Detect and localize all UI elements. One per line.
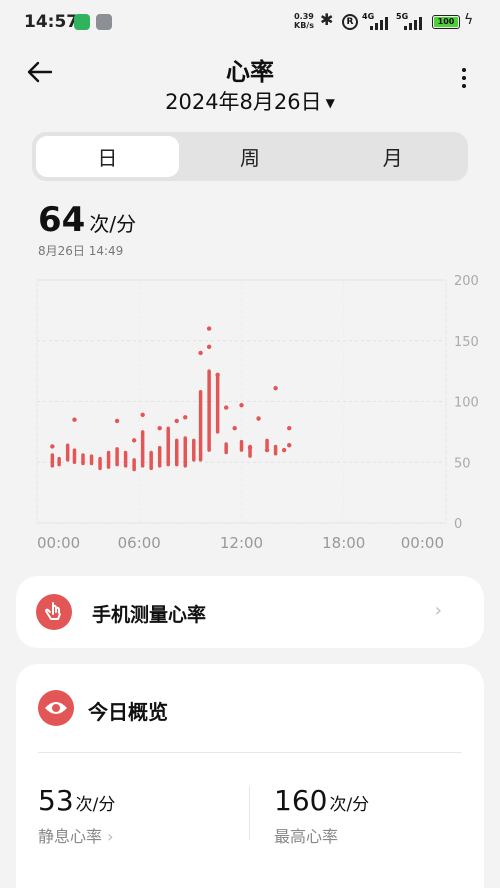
data-point [256, 416, 261, 421]
status-time: 14:57 [24, 12, 79, 32]
chevron-right-icon: › [434, 600, 442, 621]
data-point [198, 350, 203, 356]
finger-touch-icon [36, 594, 72, 630]
more-options-icon[interactable] [452, 68, 476, 92]
data-point [215, 372, 220, 377]
y-tick-label: 0 [454, 517, 462, 532]
measure-heart-rate-card[interactable]: 手机测量心率 › [16, 576, 484, 648]
data-point [174, 418, 179, 424]
heart-rate-chart[interactable]: 200 150 100 50 0 00:00 06:00 12:00 18:00 00:00 [0, 270, 500, 560]
current-timestamp: 8月26日 14:49 [38, 244, 124, 258]
y-tick-label: 100 [454, 396, 479, 411]
registered-icon: R [342, 14, 358, 30]
y-tick-label: 150 [454, 335, 479, 350]
page-title: 心率 [226, 58, 274, 86]
current-heart-rate: 64 次/分 [38, 200, 136, 240]
current-value: 64 [38, 200, 86, 240]
tab-month[interactable]: 月 [321, 136, 464, 177]
data-point [264, 447, 270, 453]
x-tick-label: 00:00 [37, 534, 80, 552]
data-point [223, 405, 229, 410]
x-tick-label: 06:00 [118, 534, 161, 552]
signal-sim1-icon: 4G [362, 12, 392, 30]
data-point [131, 438, 137, 443]
x-tick-label: 12:00 [220, 534, 263, 552]
signal-sim2-icon: 5G [396, 12, 426, 30]
chevron-right-icon: › [107, 827, 114, 846]
data-point [206, 326, 212, 331]
bluetooth-icon: ✱ [320, 10, 334, 29]
max-heart-rate: 160 次/分 最高心率 [274, 784, 369, 847]
shield-app-icon [74, 14, 90, 30]
stat-divider [249, 786, 250, 840]
max-value: 160 [274, 784, 328, 817]
status-bar: 14:57 0.39 KB/s ✱ R 4G 5G 100 ϟ [0, 0, 500, 44]
data-point [273, 385, 278, 391]
data-point [287, 443, 292, 448]
tab-day[interactable]: 日 [36, 136, 179, 177]
x-tick-label: 00:00 [401, 534, 444, 552]
data-point [247, 445, 253, 450]
tab-week[interactable]: 周 [179, 136, 322, 177]
battery-level: 100 [434, 17, 458, 27]
max-unit: 次/分 [329, 795, 370, 815]
today-overview-card: 今日概览 53 次/分 静息心率 › 160 次/分 最高心率 [16, 664, 484, 888]
data-point [72, 417, 77, 422]
data-point [157, 426, 162, 431]
resting-value: 53 [38, 784, 74, 817]
chart-svg: 200 150 100 50 0 00:00 06:00 12:00 18:00 00:00 [36, 274, 479, 552]
date-label: 2024年8月26日 [165, 90, 322, 114]
data-point [114, 418, 120, 424]
data-point [206, 344, 212, 350]
current-unit: 次/分 [89, 212, 137, 236]
y-tick-label: 50 [454, 456, 471, 471]
divider [38, 752, 462, 753]
data-point [239, 402, 244, 408]
eye-icon [38, 690, 74, 726]
battery-icon: 100 [432, 15, 460, 29]
data-point [50, 444, 55, 449]
data-point [232, 426, 237, 431]
date-selector[interactable]: 2024年8月26日 ▼ [0, 86, 500, 116]
data-point [281, 447, 287, 453]
data-point [287, 426, 292, 431]
max-label: 最高心率 [274, 827, 339, 846]
resting-heart-rate[interactable]: 53 次/分 静息心率 › [38, 784, 115, 847]
y-tick-label: 200 [454, 274, 479, 289]
data-point [183, 415, 188, 420]
network-speed: 0.39 KB/s [294, 12, 314, 30]
wrench-app-icon [96, 14, 112, 30]
x-tick-label: 18:00 [322, 534, 365, 552]
measure-label: 手机测量心率 [92, 604, 207, 626]
resting-unit: 次/分 [75, 795, 116, 815]
overview-title: 今日概览 [88, 700, 168, 724]
data-point [140, 412, 145, 418]
app-header: 心率 2024年8月26日 ▼ [0, 44, 500, 116]
period-tabs: 日 周 月 [32, 132, 468, 181]
resting-label: 静息心率 › [38, 827, 114, 846]
charging-icon: ϟ [464, 12, 474, 28]
caret-down-icon: ▼ [325, 96, 335, 110]
